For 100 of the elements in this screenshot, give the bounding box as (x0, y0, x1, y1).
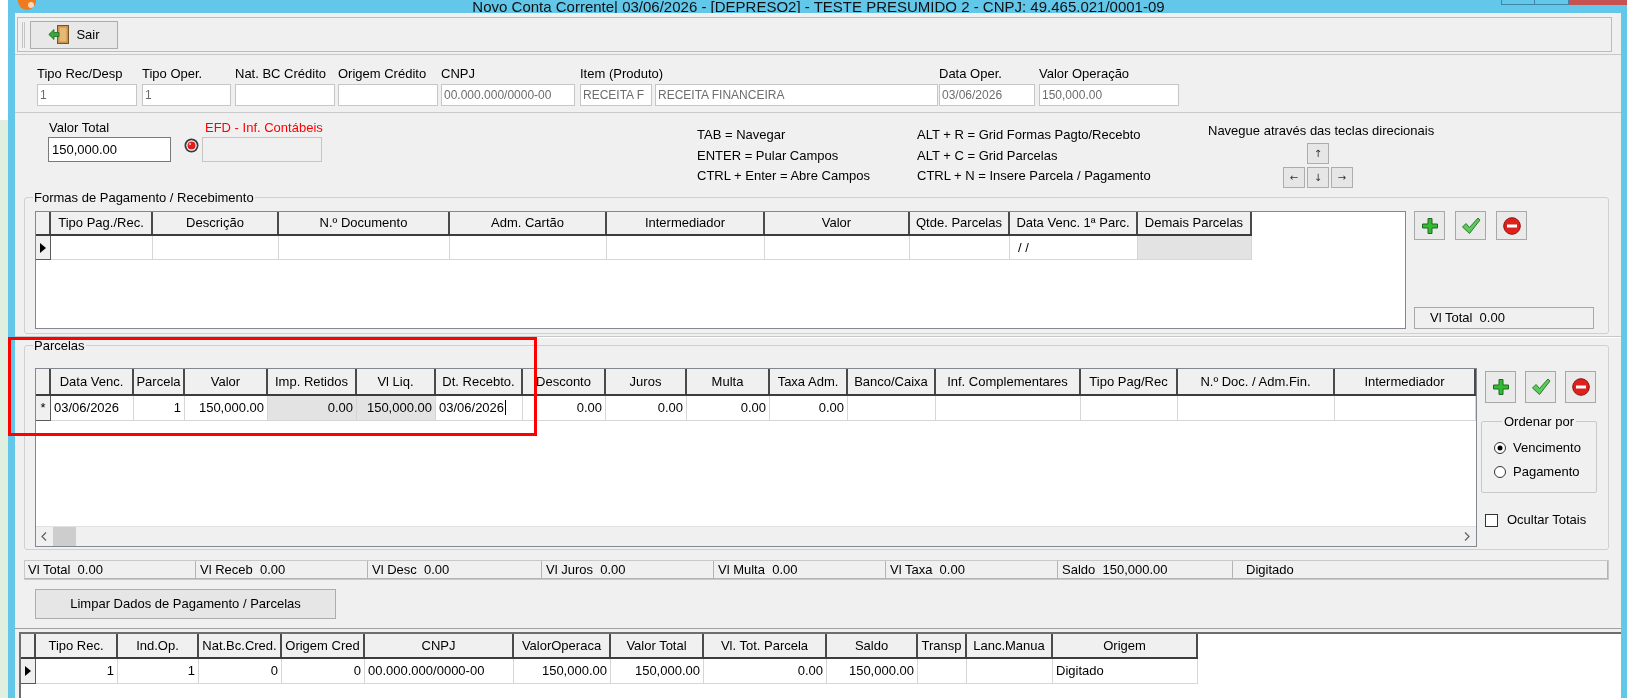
column-header: N.º Documento (279, 212, 450, 234)
column-header: Lanc.Manua (967, 634, 1053, 657)
input-field[interactable] (338, 84, 438, 106)
remove-button[interactable] (1565, 371, 1596, 403)
table-cell: / / (1010, 236, 1138, 260)
table-cell: 150,000.00 (357, 396, 436, 421)
column-header: CNPJ (365, 634, 514, 657)
exit-button[interactable]: Sair (30, 20, 118, 49)
column-header: Valor Total (611, 634, 704, 657)
field-label: Tipo Oper. (142, 66, 203, 81)
minus-circle-icon (1502, 216, 1521, 235)
checkbox-label: Ocultar Totais (1507, 512, 1587, 528)
column-header: Intermediador (607, 212, 765, 234)
scroll-thumb[interactable] (53, 527, 76, 546)
input-field[interactable]: 1 (142, 84, 231, 106)
table-cell: 1 (134, 396, 185, 421)
row-pointer-icon (25, 666, 31, 676)
radio-label: Pagamento (1513, 464, 1580, 480)
table-cell: 0.00 (770, 396, 848, 421)
column-header: Origem Cred (282, 634, 365, 657)
group-title: Ordenar por (1502, 414, 1576, 429)
remove-button[interactable] (1496, 211, 1527, 240)
plus-icon (1491, 378, 1510, 396)
total-text: Vl Total 0.00 (25, 561, 196, 579)
table-cell: 1 (36, 659, 118, 684)
column-header: Origem (1053, 634, 1198, 657)
app-icon[interactable] (18, 0, 36, 11)
add-button[interactable] (1414, 211, 1445, 240)
table-cell: 0 (199, 659, 282, 684)
column-header: Tipo Pag/Rec (1081, 369, 1178, 394)
check-icon (1460, 216, 1481, 235)
group-title: Formas de Pagamento / Recebimento (33, 190, 255, 205)
column-header: Inf. Complementares (936, 369, 1081, 394)
arrow-key-button[interactable]: ↓ (1307, 167, 1329, 188)
field-label: Tipo Rec/Desp (37, 66, 123, 81)
table-cell: 150,000.00 (611, 659, 704, 684)
column-header: Transp (918, 634, 967, 657)
column-header: Valor (765, 212, 910, 234)
field-label: Origem Crédito (338, 66, 427, 81)
field-label: Item (Produto) (580, 66, 664, 81)
total-text: Vl Desc 0.00 (368, 561, 542, 579)
chevron-left-icon (41, 532, 47, 541)
input-field[interactable]: RECEITA FINANCEIRA (655, 84, 938, 106)
radio-button[interactable] (1494, 442, 1506, 454)
field-label: Valor Operação (1039, 66, 1130, 81)
table-cell: 150,000.00 (514, 659, 611, 684)
column-header: Demais Parcelas (1138, 212, 1252, 234)
total-text: Vl Taxa 0.00 (886, 561, 1058, 579)
checkbox[interactable] (1485, 513, 1498, 527)
column-header: Multa (687, 369, 770, 394)
field-label: Data Oper. (939, 66, 1002, 81)
column-header: ValorOperaca (514, 634, 611, 657)
confirm-button[interactable] (1525, 371, 1556, 403)
column-header: Dt. Recebto. (436, 369, 523, 394)
column-header: Taxa Adm. (770, 369, 848, 394)
input-field[interactable] (235, 84, 335, 106)
column-header: Imp. Retidos (268, 369, 357, 394)
minus-circle-icon (1571, 378, 1590, 396)
field-label: Valor Total (49, 120, 111, 135)
field-label: CNPJ (441, 66, 475, 81)
radio-button[interactable] (1494, 466, 1506, 478)
table-cell: Digitado (1053, 659, 1198, 684)
input-field[interactable]: RECEITA F (580, 84, 652, 106)
arrow-key-button[interactable]: → (1331, 167, 1353, 188)
total-text: Vl Multa 0.00 (714, 561, 886, 579)
target-icon[interactable] (184, 138, 199, 153)
column-header: Qtde. Parcelas (910, 212, 1010, 234)
add-button[interactable] (1485, 371, 1516, 403)
table-cell (918, 659, 967, 684)
table-cell: 0.00 (606, 396, 687, 421)
table-cell: 0.00 (523, 396, 606, 421)
shortcut-text: ALT + C = Grid Parcelas (917, 146, 1059, 165)
row-pointer-icon (40, 242, 46, 253)
shortcut-text: CTRL + Enter = Abre Campos (697, 167, 871, 185)
minimize-button[interactable] (1501, 0, 1535, 5)
input-field[interactable]: 1 (37, 84, 137, 106)
table-cell: 150,000.00 (827, 659, 918, 684)
column-header: Nat.Bc.Cred. (199, 634, 282, 657)
table-cell: 03/06/2026 (51, 396, 134, 421)
clear-button[interactable]: Limpar Dados de Pagamento / Parcelas (35, 589, 336, 619)
total-text: Digitado (1233, 561, 1608, 579)
shortcut-text: ALT + R = Grid Formas Pagto/Recebto (917, 126, 1142, 144)
chevron-right-icon (1464, 532, 1470, 541)
input-field[interactable]: 00.000.000/0000-00 (441, 84, 575, 106)
input-field[interactable]: 150,000.00 (48, 137, 171, 162)
confirm-button[interactable] (1455, 211, 1486, 240)
column-header: Data Venc. 1ª Parc. (1010, 212, 1138, 234)
column-header: Intermediador (1335, 369, 1476, 394)
input-field[interactable]: 150,000.00 (1039, 84, 1179, 106)
arrow-key-button[interactable]: ← (1283, 167, 1305, 188)
check-icon (1530, 378, 1551, 396)
input-field[interactable]: 03/06/2026 (939, 84, 1035, 106)
field-label: EFD - Inf. Contábeis (205, 120, 322, 135)
column-header: Juros (606, 369, 687, 394)
column-header: N.º Doc. / Adm.Fin. (1178, 369, 1335, 394)
column-header: Valor (185, 369, 268, 394)
shortcut-text: TAB = Navegar (697, 126, 787, 144)
total-text: Vl Receb 0.00 (196, 561, 368, 579)
total-text: Vl Total 0.00 (1414, 307, 1594, 329)
arrow-key-button[interactable]: ↑ (1307, 143, 1329, 164)
